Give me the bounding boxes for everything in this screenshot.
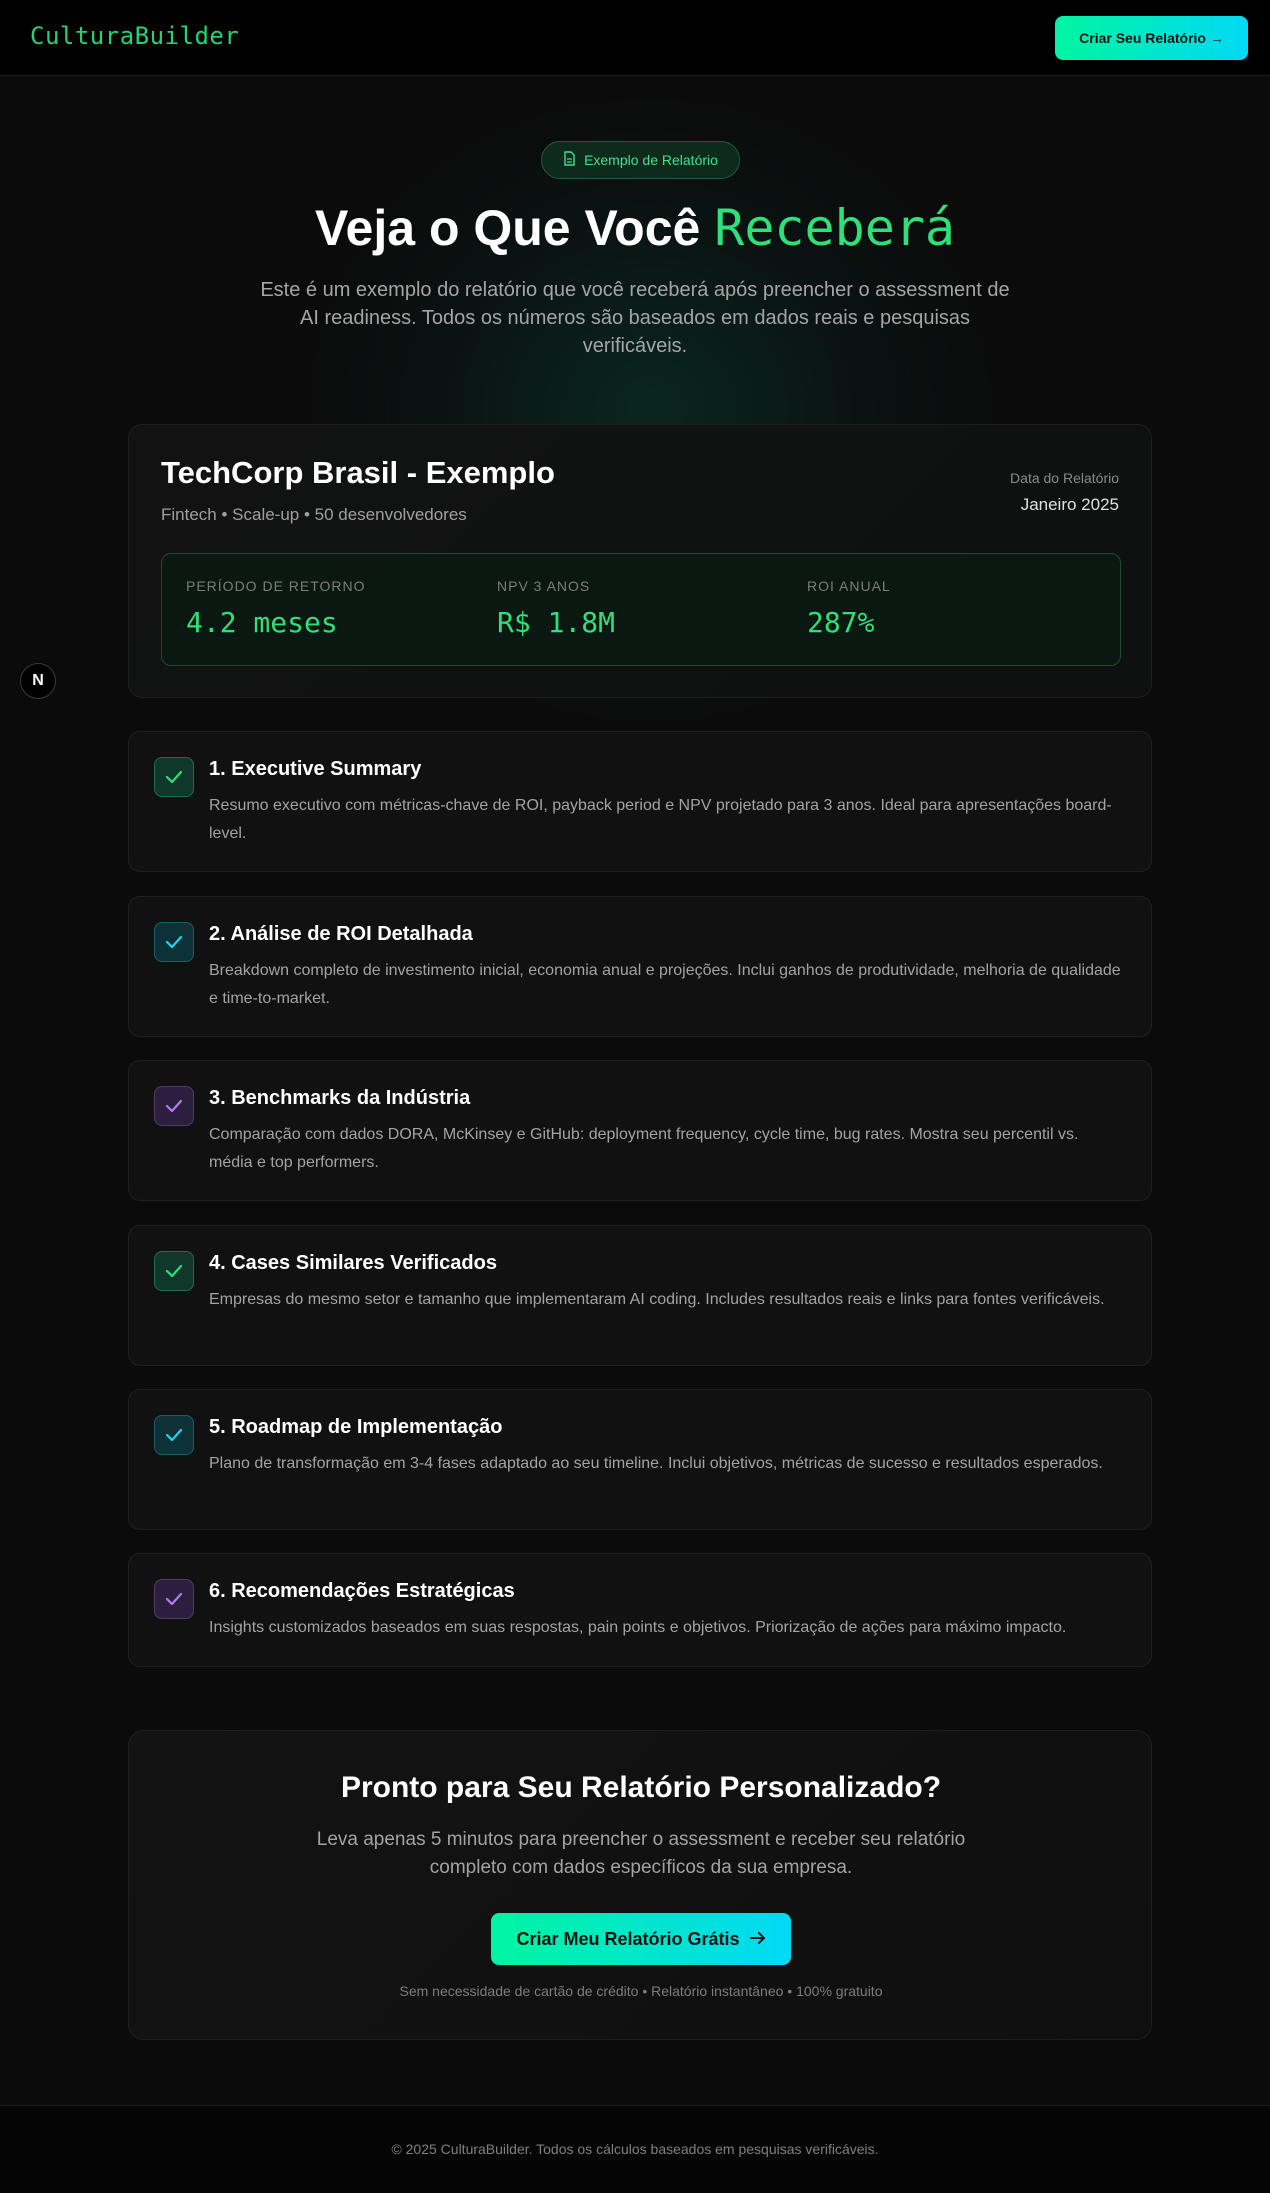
section-description: Comparação com dados DORA, McKinsey e Gi…	[209, 1126, 1079, 1171]
check-icon	[154, 1415, 194, 1455]
hero-subtitle: Este é um exemplo do relatório que você …	[260, 279, 1010, 357]
section-card-benchmarks: 3. Benchmarks da Indústria Comparação co…	[128, 1060, 1152, 1201]
header-cta-button[interactable]: Criar Seu Relatório →	[1055, 16, 1248, 60]
footer-copyright: © 2025 CulturaBuilder. Todos os cálculos…	[391, 2141, 879, 2157]
section-title: 6. Recomendações Estratégicas	[209, 1580, 515, 1602]
metric-value: R$ 1.8M	[497, 606, 616, 639]
section-title: 5. Roadmap de Implementação	[209, 1416, 503, 1438]
report-date-value: Janeiro 2025	[1020, 495, 1119, 514]
check-icon	[154, 1579, 194, 1619]
section-title: 3. Benchmarks da Indústria	[209, 1087, 471, 1109]
create-report-label: Criar Meu Relatório Grátis	[516, 1928, 740, 1949]
metric-value: 287%	[807, 606, 875, 639]
section-description: Breakdown completo de investimento inici…	[209, 962, 1121, 1007]
report-example-card: TechCorp Brasil - Exemplo Fintech • Scal…	[128, 424, 1152, 698]
section-card-executive-summary: 1. Executive Summary Resumo executivo co…	[128, 731, 1152, 872]
document-icon	[563, 151, 576, 169]
metric-label: PERÍODO DE RETORNO	[186, 578, 366, 594]
section-description: Resumo executivo com métricas-chave de R…	[209, 797, 1112, 842]
logo[interactable]: CulturaBuilder	[30, 22, 239, 50]
section-card-roadmap: 5. Roadmap de Implementação Plano de tra…	[128, 1389, 1152, 1530]
arrow-right-icon	[749, 1929, 766, 1950]
cta-title: Pronto para Seu Relatório Personalizado?	[340, 1771, 942, 1804]
section-card-roi-analysis: 2. Análise de ROI Detalhada Breakdown co…	[128, 896, 1152, 1037]
metric-npv: NPV 3 ANOS R$ 1.8M	[497, 578, 615, 639]
metric-label: ROI ANUAL	[807, 578, 891, 594]
title-main: Veja o Que Você	[314, 200, 701, 256]
cta-subtitle: Leva apenas 5 minutos para preencher o a…	[316, 1829, 966, 1878]
section-card-recommendations: 6. Recomendações Estratégicas Insights c…	[128, 1553, 1152, 1667]
title-accent: Receberá	[714, 199, 956, 257]
check-icon	[154, 757, 194, 797]
top-header: CulturaBuilder Criar Seu Relatório →	[0, 0, 1270, 76]
company-name: TechCorp Brasil - Exemplo	[161, 455, 555, 490]
report-date-label: Data do Relatório	[1010, 470, 1119, 486]
company-meta: Fintech • Scale-up • 50 desenvolvedores	[161, 505, 467, 524]
footer: © 2025 CulturaBuilder. Todos os cálculos…	[0, 2105, 1270, 2193]
section-title: 1. Executive Summary	[209, 758, 422, 780]
section-description: Insights customizados baseados em suas r…	[209, 1619, 1067, 1636]
floating-label: N	[32, 672, 44, 689]
section-title: 2. Análise de ROI Detalhada	[209, 923, 473, 945]
badge-label: Exemplo de Relatório	[584, 152, 718, 168]
metric-payback: PERÍODO DE RETORNO 4.2 meses	[186, 578, 366, 639]
metric-roi: ROI ANUAL 287%	[807, 578, 891, 639]
page-title: Veja o Que Você Receberá	[0, 196, 1270, 260]
example-badge: Exemplo de Relatório	[541, 141, 740, 179]
floating-n-badge-icon[interactable]: N	[20, 663, 56, 699]
check-icon	[154, 1251, 194, 1291]
cta-note: Sem necessidade de cartão de crédito • R…	[399, 1983, 883, 1999]
section-description: Plano de transformação em 3-4 fases adap…	[209, 1455, 1103, 1472]
section-description: Empresas do mesmo setor e tamanho que im…	[209, 1291, 1105, 1308]
section-title: 4. Cases Similares Verificados	[209, 1252, 497, 1274]
create-report-button[interactable]: Criar Meu Relatório Grátis	[491, 1913, 791, 1965]
metrics-panel: PERÍODO DE RETORNO 4.2 meses NPV 3 ANOS …	[161, 553, 1121, 666]
check-icon	[154, 1086, 194, 1126]
metric-value: 4.2 meses	[186, 606, 338, 639]
check-icon	[154, 922, 194, 962]
metric-label: NPV 3 ANOS	[497, 578, 591, 594]
cta-card: Pronto para Seu Relatório Personalizado?…	[128, 1730, 1152, 2040]
section-card-similar-cases: 4. Cases Similares Verificados Empresas …	[128, 1225, 1152, 1366]
